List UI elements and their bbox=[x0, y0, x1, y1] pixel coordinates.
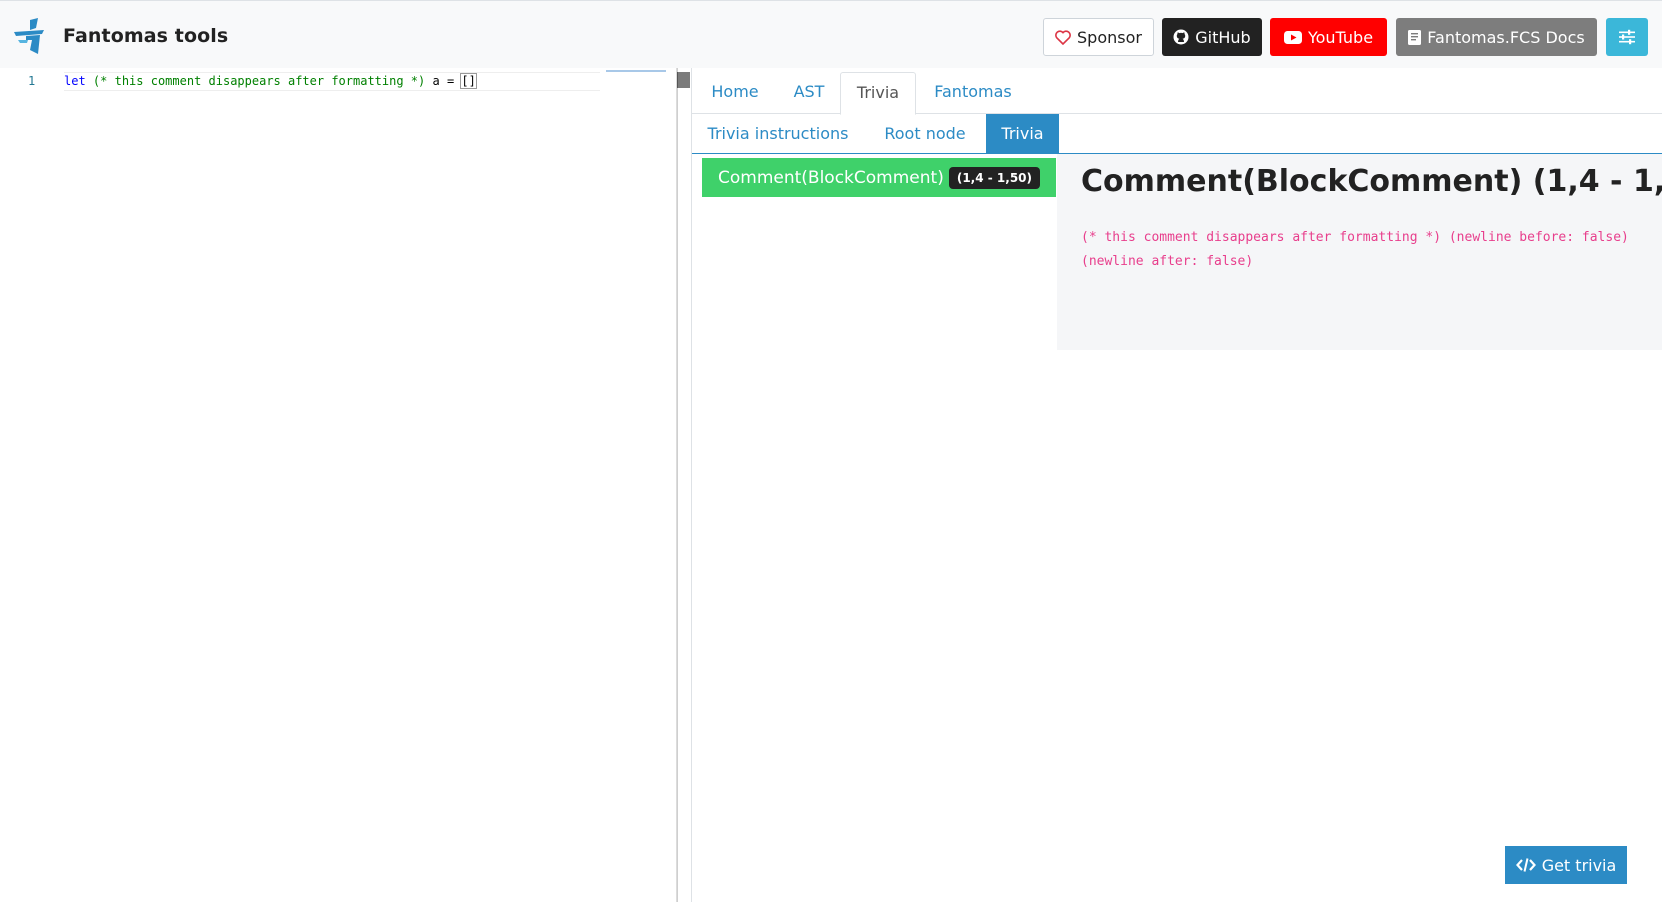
fantomas-logo-icon bbox=[14, 18, 44, 54]
subtab-trivia[interactable]: Trivia bbox=[986, 114, 1059, 154]
code-keyword: let bbox=[64, 74, 86, 88]
get-trivia-button[interactable]: Get trivia bbox=[1505, 846, 1627, 884]
github-icon bbox=[1173, 29, 1189, 45]
sponsor-label: Sponsor bbox=[1077, 27, 1142, 47]
subtab-trivia-instructions[interactable]: Trivia instructions bbox=[692, 114, 864, 154]
github-button[interactable]: GitHub bbox=[1162, 18, 1262, 56]
trivia-node-item[interactable]: Comment(BlockComment) (1,4 - 1,50) bbox=[702, 158, 1056, 197]
trivia-node-range-badge: (1,4 - 1,50) bbox=[948, 166, 1040, 189]
sponsor-button[interactable]: Sponsor bbox=[1043, 18, 1154, 56]
trivia-node-label: Comment(BlockComment) bbox=[718, 167, 944, 188]
code-identifier: a = bbox=[432, 74, 455, 88]
main-tabs: Home AST Trivia Fantomas bbox=[692, 72, 1662, 115]
minimap[interactable] bbox=[606, 70, 666, 72]
sliders-icon bbox=[1619, 29, 1635, 45]
docs-label: Fantomas.FCS Docs bbox=[1427, 27, 1585, 47]
tab-fantomas[interactable]: Fantomas bbox=[916, 72, 1030, 114]
line-number: 1 bbox=[28, 74, 36, 88]
book-icon bbox=[1408, 29, 1422, 45]
brand[interactable]: Fantomas tools bbox=[14, 18, 228, 54]
code-line[interactable]: let (* this comment disappears after for… bbox=[64, 72, 600, 91]
docs-button[interactable]: Fantomas.FCS Docs bbox=[1396, 18, 1597, 56]
code-editor[interactable]: 1 let (* this comment disappears after f… bbox=[0, 68, 690, 902]
trivia-detail-panel: Comment(BlockComment) (1,4 - 1,50) (* th… bbox=[1057, 154, 1662, 350]
tab-ast[interactable]: AST bbox=[778, 72, 840, 114]
youtube-label: YouTube bbox=[1307, 27, 1374, 47]
code-icon bbox=[1515, 858, 1536, 872]
code-brackets: [] bbox=[460, 73, 477, 89]
editor-scrollbar[interactable] bbox=[677, 72, 690, 88]
subtab-root-node[interactable]: Root node bbox=[864, 114, 986, 154]
tools-pane: Home AST Trivia Fantomas Trivia instruct… bbox=[691, 68, 1662, 902]
brand-title: Fantomas tools bbox=[63, 25, 229, 47]
code-comment: (* this comment disappears after formatt… bbox=[92, 74, 426, 88]
heart-icon bbox=[1055, 29, 1071, 45]
youtube-icon bbox=[1283, 30, 1302, 44]
trivia-detail-content: (* this comment disappears after formatt… bbox=[1081, 230, 1629, 269]
settings-button[interactable] bbox=[1606, 18, 1648, 56]
youtube-button[interactable]: YouTube bbox=[1270, 18, 1387, 56]
tab-home[interactable]: Home bbox=[692, 72, 778, 114]
trivia-detail-title: Comment(BlockComment) (1,4 - 1,50) bbox=[1081, 164, 1662, 199]
github-label: GitHub bbox=[1195, 27, 1251, 47]
tab-trivia[interactable]: Trivia bbox=[840, 72, 916, 115]
editor-divider bbox=[677, 68, 678, 902]
navbar: Fantomas tools Sponsor GitHub YouTube Fa… bbox=[0, 0, 1662, 68]
trivia-subtabs: Trivia instructions Root node Trivia bbox=[692, 114, 1662, 154]
get-trivia-label: Get trivia bbox=[1541, 855, 1617, 875]
